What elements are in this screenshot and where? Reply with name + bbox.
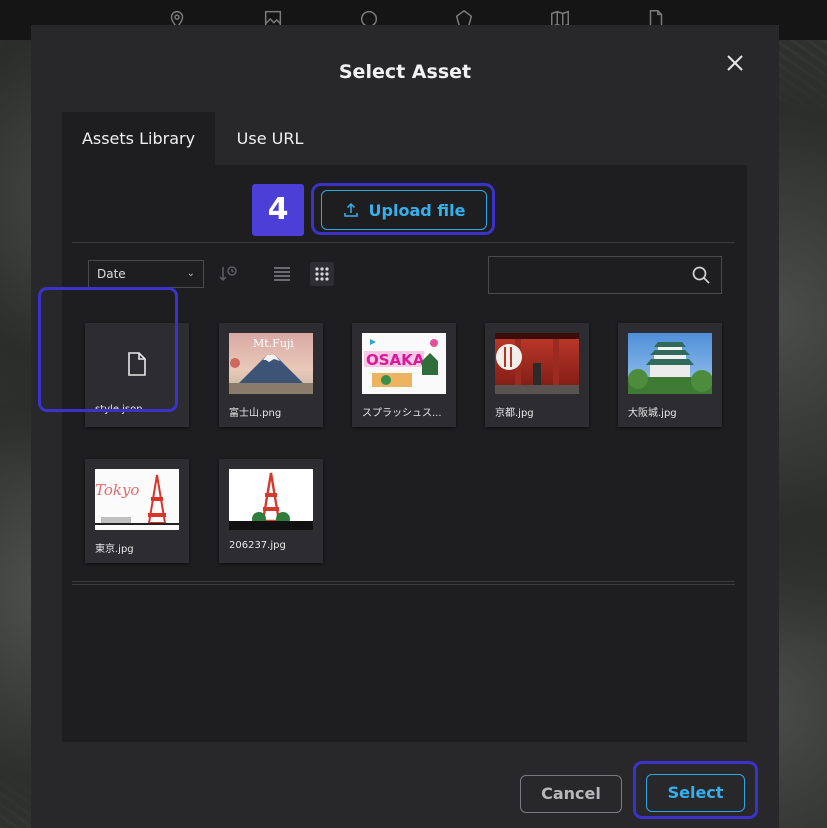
tab-assets-library[interactable]: Assets Library [62, 112, 215, 165]
divider [72, 242, 735, 243]
asset-name: 206237.jpg [229, 540, 286, 551]
asset-card[interactable]: 206237.jpg [219, 459, 323, 563]
search-icon[interactable] [691, 265, 711, 285]
thumb-text: OSAKA [366, 351, 425, 369]
sort-select[interactable]: Date ⌄ [88, 260, 204, 288]
close-icon [727, 55, 743, 71]
mt-fuji-thumbnail: Mt.Fuji [229, 333, 313, 394]
thumb-text: Mt.Fuji [253, 337, 294, 350]
upload-file-label: Upload file [368, 200, 466, 220]
divider [72, 584, 735, 585]
osaka-thumbnail: OSAKA [362, 333, 446, 394]
asset-card-highlight [38, 287, 178, 412]
tab-use-url[interactable]: Use URL [215, 112, 325, 165]
asset-card[interactable]: 大阪城.jpg [618, 323, 722, 427]
sort-order-icon [219, 266, 237, 282]
list-view-button[interactable] [270, 262, 294, 286]
close-button[interactable] [721, 49, 749, 77]
tokyo-tower-thumbnail [229, 469, 313, 530]
osaka-castle-image [628, 342, 712, 394]
tokyo-thumbnail: Tokyo [95, 469, 179, 530]
grid-view-icon [315, 267, 329, 281]
select-button[interactable]: Select [646, 774, 745, 812]
osaka-castle-thumbnail [628, 333, 712, 394]
kyoto-thumbnail [495, 333, 579, 394]
cancel-button[interactable]: Cancel [520, 775, 622, 813]
search-field[interactable] [488, 256, 722, 295]
asset-card[interactable]: 京都.jpg [485, 323, 589, 427]
tokyo-image: Tokyo [95, 474, 179, 525]
modal-title: Select Asset [338, 61, 472, 83]
upload-icon [343, 202, 358, 217]
select-asset-modal: Select Asset Assets Library Use URL 4 Up… [31, 25, 779, 828]
search-input[interactable] [489, 257, 689, 295]
asset-card[interactable]: Mt.Fuji 富士山.png [219, 323, 323, 427]
thumb-text: Tokyo [95, 481, 139, 499]
asset-name: スプラッシュス... [362, 408, 442, 419]
asset-name: 富士山.png [229, 408, 282, 419]
sort-select-value: Date [97, 267, 126, 281]
step-badge: 4 [252, 184, 304, 236]
asset-name: 東京.jpg [95, 544, 134, 555]
asset-name: 京都.jpg [495, 408, 534, 419]
asset-name: 大阪城.jpg [628, 408, 677, 419]
chevron-down-icon: ⌄ [186, 268, 195, 279]
divider [72, 581, 735, 582]
upload-file-button[interactable]: Upload file [321, 190, 487, 230]
grid-view-button[interactable] [310, 262, 334, 286]
kyoto-image [495, 333, 579, 394]
asset-card[interactable]: OSAKA スプラッシュス... [352, 323, 456, 427]
mt-fuji-image: Mt.Fuji [229, 337, 313, 394]
osaka-image: OSAKA [364, 339, 438, 387]
list-view-icon [274, 267, 290, 281]
asset-card[interactable]: Tokyo 東京.jpg [85, 459, 189, 563]
sort-order-button[interactable] [216, 262, 240, 286]
tokyo-tower-image [229, 472, 313, 530]
assets-library-panel: 4 Upload file Date ⌄ style.json Mt.Fuji … [62, 165, 747, 742]
